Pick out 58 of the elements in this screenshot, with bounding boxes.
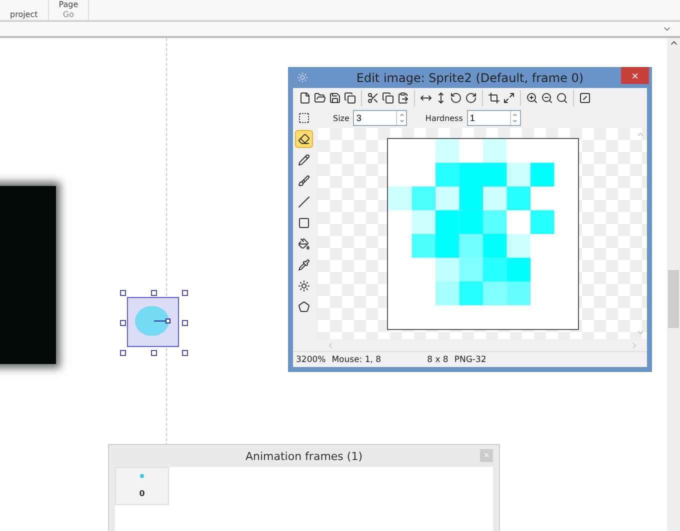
- spin-up-icon[interactable]: [398, 112, 405, 118]
- image-format: PNG-32: [454, 354, 486, 364]
- new-file-icon[interactable]: [299, 92, 311, 104]
- ribbon-label: project: [10, 10, 38, 20]
- rectangle-icon: [298, 217, 310, 229]
- rotate-right-icon[interactable]: [465, 92, 477, 104]
- resize-handle[interactable]: [120, 320, 126, 326]
- grayscale-icon[interactable]: [579, 92, 591, 104]
- cut-icon[interactable]: [367, 92, 379, 104]
- ribbon-label: Go: [62, 10, 74, 20]
- spin-down-icon[interactable]: [398, 118, 405, 124]
- frame-preview-icon: [140, 474, 144, 478]
- resize-handle[interactable]: [151, 290, 157, 296]
- resize-handle[interactable]: [182, 290, 188, 296]
- resize-handle[interactable]: [151, 350, 157, 356]
- size-spinbox[interactable]: 3: [353, 110, 408, 126]
- brush-icon: [298, 175, 310, 187]
- save-icon[interactable]: [329, 92, 341, 104]
- crop-icon[interactable]: [488, 92, 500, 104]
- fill-icon: [298, 238, 310, 250]
- vertical-scrollbar[interactable]: [667, 38, 680, 531]
- scroll-thumb[interactable]: [668, 270, 679, 328]
- image-dimensions: 8 x 8: [427, 354, 448, 364]
- line-icon: [298, 196, 310, 208]
- point-icon: [298, 280, 310, 292]
- pencil-icon: [298, 154, 310, 166]
- resize-handle[interactable]: [120, 290, 126, 296]
- spin-down-icon[interactable]: [512, 118, 518, 124]
- rotate-left-icon[interactable]: [450, 92, 462, 104]
- resize-handle[interactable]: [182, 350, 188, 356]
- window-title: Edit image: Sprite2 (Default, frame 0): [356, 70, 584, 84]
- size-field[interactable]: 3: [354, 113, 396, 123]
- size-label: Size: [333, 114, 350, 122]
- frame-thumbnail[interactable]: 0: [115, 467, 169, 505]
- ribbon-label: Page: [58, 0, 78, 10]
- paste-icon[interactable]: [397, 92, 409, 104]
- panel-title: Animation frames (1): [245, 450, 362, 462]
- eyedropper-icon: [298, 259, 310, 271]
- copy-icon[interactable]: [382, 92, 394, 104]
- resize-handle[interactable]: [182, 320, 188, 326]
- resize-handle[interactable]: [120, 350, 126, 356]
- mouse-position: Mouse: 1, 8: [332, 354, 382, 364]
- hardness-spinbox[interactable]: 1: [466, 110, 521, 126]
- frame-number: 0: [139, 489, 145, 498]
- eraser-icon: [298, 133, 310, 145]
- close-button[interactable]: ×: [621, 67, 649, 84]
- zoom-out-icon[interactable]: [541, 92, 553, 104]
- polygon-icon: [298, 301, 310, 313]
- zoom-level: 3200%: [296, 354, 326, 364]
- hardness-field[interactable]: 1: [468, 113, 510, 123]
- resize-icon[interactable]: [503, 92, 515, 104]
- zoom-reset-icon[interactable]: [556, 92, 568, 104]
- zoom-in-icon[interactable]: [526, 92, 538, 104]
- select-icon: [298, 112, 310, 124]
- folder-icon[interactable]: [314, 92, 326, 104]
- spin-up-icon[interactable]: [512, 112, 518, 118]
- hardness-label: Hardness: [425, 114, 463, 122]
- eraser-tool[interactable]: [295, 130, 313, 148]
